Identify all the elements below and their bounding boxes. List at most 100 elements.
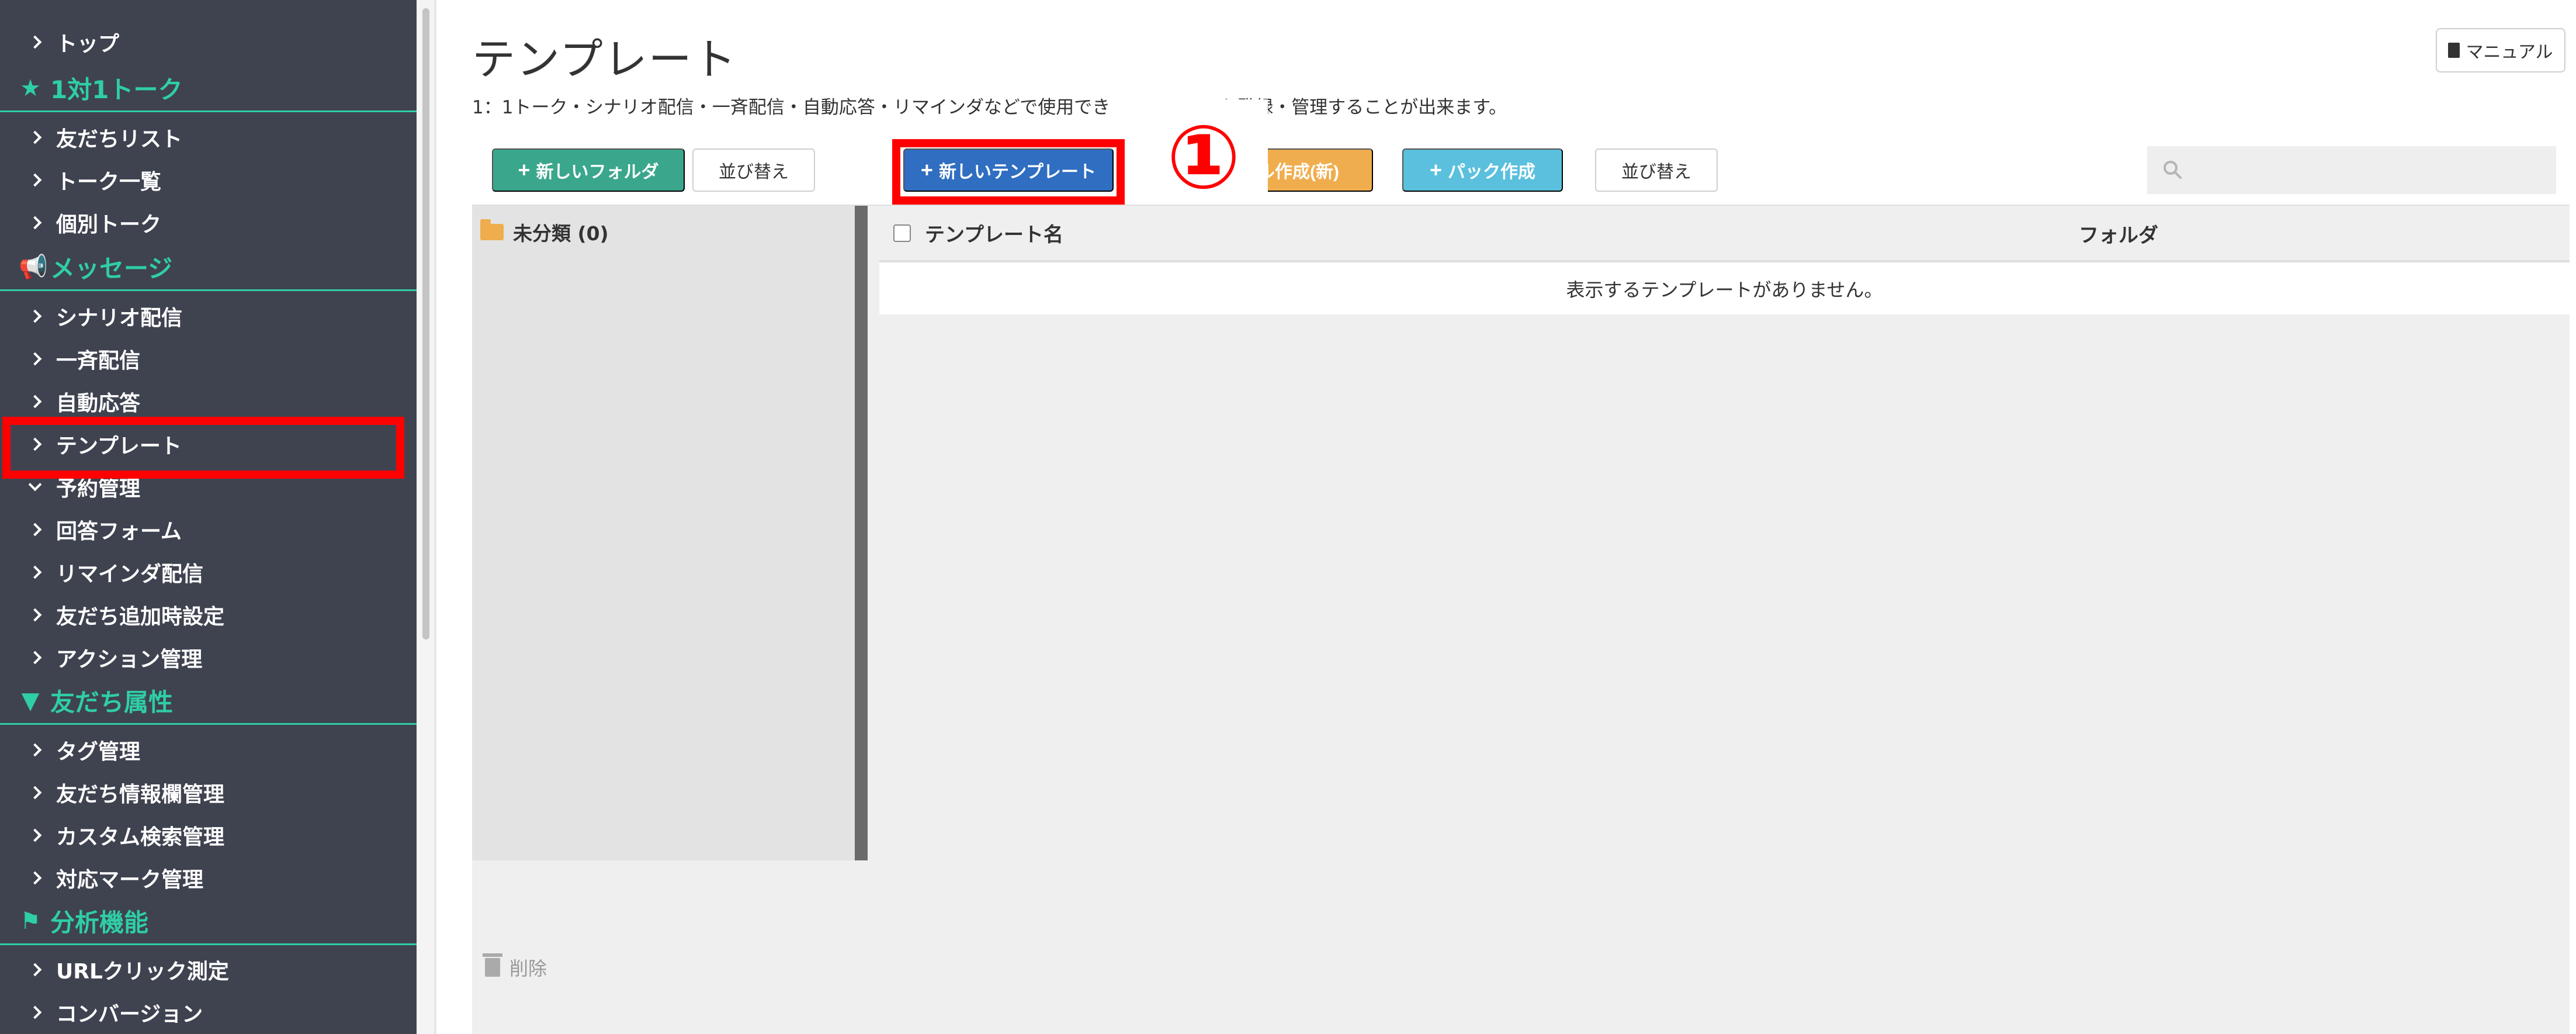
sidebar-item-label: コンバージョン bbox=[56, 1002, 203, 1026]
manual-button[interactable]: マニュアル bbox=[2436, 28, 2565, 72]
sidebar-divider bbox=[434, 0, 436, 1034]
chevron-right-icon bbox=[28, 395, 42, 408]
chevron-right-icon bbox=[28, 523, 42, 536]
sidebar-section-label: 1対1トーク bbox=[50, 75, 183, 104]
empty-table-message: 表示するテンプレートがありません。 bbox=[879, 263, 2570, 314]
sidebar-item-top[interactable]: トップ bbox=[0, 20, 417, 63]
chevron-right-icon bbox=[28, 173, 42, 186]
chevron-right-icon bbox=[28, 651, 42, 664]
sidebar-item-label: 回答フォーム bbox=[56, 519, 182, 544]
bulk-create-label: ル作成(新) bbox=[1257, 162, 1339, 182]
new-folder-button[interactable]: + 新しいフォルダ bbox=[492, 148, 685, 192]
folder-open-icon bbox=[480, 219, 504, 240]
sidebar-item-label: 友だち追加時設定 bbox=[56, 604, 225, 629]
chevron-right-icon bbox=[28, 309, 42, 323]
chevron-right-icon bbox=[28, 963, 42, 976]
sidebar-item-broadcast[interactable]: 一斉配信 bbox=[0, 337, 417, 380]
sidebar-item-label: シナリオ配信 bbox=[56, 306, 183, 330]
sidebar-item-label: トップ bbox=[56, 32, 120, 56]
sidebar-item-label: タグ管理 bbox=[56, 739, 141, 764]
folder-sort-button[interactable]: 並び替え bbox=[692, 148, 815, 192]
template-sort-button[interactable]: 並び替え bbox=[1595, 148, 1718, 192]
sidebar-item-label: 友だち情報欄管理 bbox=[56, 782, 225, 807]
sidebar-item-url-click[interactable]: URLクリック測定 bbox=[0, 948, 417, 991]
new-template-button[interactable]: + 新しいテンプレート bbox=[903, 148, 1114, 192]
book-icon bbox=[2448, 43, 2460, 58]
sidebar-section-label: 分析機能 bbox=[50, 908, 149, 937]
table-header: テンプレート名 bbox=[879, 206, 2570, 262]
search-input[interactable] bbox=[2147, 146, 2556, 194]
sidebar-item-scenario[interactable]: シナリオ配信 bbox=[0, 295, 417, 337]
folder-item-uncategorized[interactable]: 未分類 (0) bbox=[480, 217, 609, 247]
sidebar-item-reservation[interactable]: 予約管理 bbox=[0, 465, 417, 508]
chevron-right-icon bbox=[28, 35, 42, 49]
template-sort-label: 並び替え bbox=[1621, 162, 1691, 182]
sidebar-item-label: カスタム検索管理 bbox=[56, 825, 225, 849]
sidebar-item-label: 一斉配信 bbox=[56, 348, 141, 373]
flag-icon: ⚑ bbox=[20, 907, 41, 935]
sidebar-item-label: 自動応答 bbox=[56, 391, 141, 416]
sidebar-item-custom-search[interactable]: カスタム検索管理 bbox=[0, 814, 417, 856]
folder-pane bbox=[472, 206, 855, 860]
column-header-template-name: テンプレート名 bbox=[925, 223, 1063, 247]
folder-item-label: 未分類 (0) bbox=[513, 222, 609, 245]
chevron-right-icon bbox=[28, 130, 42, 144]
folder-sort-label: 並び替え bbox=[719, 162, 789, 182]
sidebar-item-friend-info-fields[interactable]: 友だち情報欄管理 bbox=[0, 771, 417, 814]
chevron-right-icon bbox=[28, 608, 42, 621]
delete-button[interactable]: 削除 bbox=[483, 953, 547, 982]
sidebar-item-label: 予約管理 bbox=[56, 476, 141, 501]
sidebar-item-friends-list[interactable]: 友だちリスト bbox=[0, 116, 417, 158]
sidebar-item-tag-management[interactable]: タグ管理 bbox=[0, 728, 417, 771]
footer-area bbox=[472, 860, 2570, 1034]
sidebar-item-action-management[interactable]: アクション管理 bbox=[0, 636, 417, 679]
megaphone-icon: 📢 bbox=[19, 253, 48, 281]
sidebar-item-template[interactable]: テンプレート bbox=[0, 423, 417, 465]
sidebar-item-response-marks[interactable]: 対応マーク管理 bbox=[0, 856, 417, 899]
delete-label: 削除 bbox=[509, 957, 547, 980]
sidebar-item-label: トーク一覧 bbox=[56, 170, 162, 194]
chevron-right-icon bbox=[28, 437, 42, 451]
sidebar-item-reminder[interactable]: リマインダ配信 bbox=[0, 551, 417, 593]
new-folder-label: 新しいフォルダ bbox=[536, 162, 659, 182]
select-all-checkbox[interactable] bbox=[893, 224, 911, 242]
pane-splitter[interactable] bbox=[855, 206, 868, 906]
sidebar-section-one-on-one: ★ 1対1トーク bbox=[0, 65, 417, 112]
star-icon: ★ bbox=[20, 74, 41, 102]
sidebar-item-label: 個別トーク bbox=[56, 212, 162, 237]
plus-icon: + bbox=[518, 158, 531, 182]
sidebar-scrollbar-thumb[interactable] bbox=[422, 8, 429, 639]
sidebar-section-message: 📢 メッセージ bbox=[0, 244, 417, 291]
plus-icon: + bbox=[920, 158, 933, 182]
filter-icon: ▼ bbox=[21, 687, 40, 714]
sidebar-item-label: URLクリック測定 bbox=[56, 959, 229, 984]
sidebar-section-friend-attributes: ▼ 友だち属性 bbox=[0, 678, 417, 725]
sidebar-item-label: テンプレート bbox=[56, 434, 182, 458]
annotation-number: ① bbox=[1166, 107, 1241, 209]
plus-icon: + bbox=[1429, 158, 1443, 182]
sidebar-section-label: メッセージ bbox=[50, 254, 173, 283]
sidebar-item-friend-add-settings[interactable]: 友だち追加時設定 bbox=[0, 593, 417, 636]
pack-create-button[interactable]: + パック作成 bbox=[1402, 148, 1563, 192]
sidebar-item-answer-form[interactable]: 回答フォーム bbox=[0, 508, 417, 551]
trash-icon bbox=[483, 953, 502, 977]
pack-create-label: パック作成 bbox=[1448, 162, 1536, 182]
sidebar-section-analytics: ⚑ 分析機能 bbox=[0, 898, 417, 945]
sidebar-item-label: アクション管理 bbox=[56, 647, 203, 672]
chevron-right-icon bbox=[28, 828, 42, 842]
sidebar-section-label: 友だち属性 bbox=[50, 688, 174, 717]
column-header-folder: フォルダ bbox=[2079, 224, 2158, 247]
page-description: 1：1トーク・シナリオ配信・一斉配信・自動応答・リマインダなどで使用でき を登録… bbox=[472, 97, 1507, 118]
sidebar-item-conversion[interactable]: コンバージョン bbox=[0, 991, 417, 1033]
chevron-right-icon bbox=[28, 216, 42, 229]
chevron-right-icon bbox=[28, 786, 42, 799]
sidebar-item-individual-talk[interactable]: 個別トーク bbox=[0, 201, 417, 244]
sidebar-item-auto-reply[interactable]: 自動応答 bbox=[0, 380, 417, 423]
search-icon bbox=[2164, 161, 2182, 179]
chevron-right-icon bbox=[28, 743, 42, 756]
new-template-label: 新しいテンプレート bbox=[938, 162, 1097, 182]
sidebar-item-talk-list[interactable]: トーク一覧 bbox=[0, 158, 417, 201]
sidebar-item-label: 友だちリスト bbox=[56, 127, 183, 151]
chevron-down-icon bbox=[28, 478, 42, 491]
page-title: テンプレート bbox=[472, 34, 737, 85]
